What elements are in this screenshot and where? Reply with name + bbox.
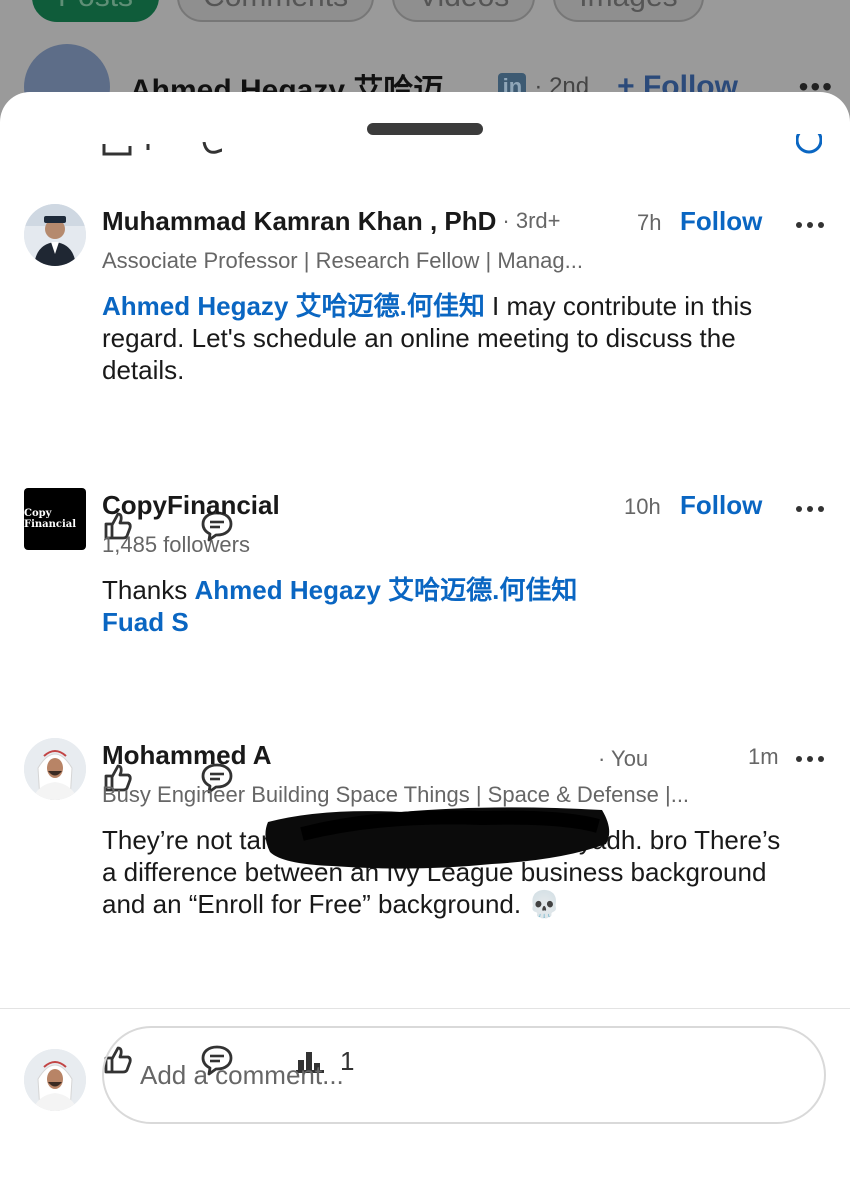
comments-sheet: Muhammad Kamran Khan , PhD · 3rd+ 7h Fol… (0, 92, 850, 1200)
avatar-photo (24, 1049, 86, 1111)
tab-images[interactable]: Images (553, 0, 704, 22)
previous-comment-actions (102, 142, 222, 162)
company-logo[interactable]: Copy Financial (24, 488, 86, 550)
comment-time: 7h (637, 210, 662, 235)
comment-time: 1m (748, 744, 779, 769)
follower-count: 1,485 followers (102, 532, 250, 557)
reaction-icon (796, 134, 822, 154)
filter-tabs: Posts Comments Videos Images (32, 0, 704, 22)
comment-header: Mohammed A (102, 738, 272, 772)
more-icon[interactable] (796, 748, 824, 768)
current-user-avatar (24, 1049, 86, 1111)
comment-text: Ahmed Hegazy 艾哈迈德.何佳知 I may contribute i… (102, 290, 802, 386)
redaction-scribble (265, 807, 610, 869)
mention-link[interactable]: Ahmed Hegazy 艾哈迈德.何佳知 (195, 575, 578, 605)
previous-comment-reaction (796, 134, 822, 162)
avatar-photo (24, 738, 86, 800)
tab-posts[interactable]: Posts (32, 0, 160, 22)
commenter-headline: Associate Professor | Research Fellow | … (102, 248, 583, 273)
add-comment-placeholder: Add a comment... (140, 1059, 344, 1090)
company-logo-text: Copy Financial (24, 508, 77, 530)
connection-degree: · You (598, 746, 649, 771)
comment-header: Muhammad Kamran Khan , PhD · 3rd+ (102, 204, 561, 238)
comment-time: 10h (624, 494, 661, 519)
mention-link[interactable]: Fuad S (102, 607, 189, 637)
more-icon[interactable] (796, 498, 824, 518)
comment-text: Thanks Ahmed Hegazy 艾哈迈德.何佳知 Fuad S (102, 574, 802, 638)
comment-body: Thanks (102, 575, 195, 605)
tab-comments[interactable]: Comments (177, 0, 375, 22)
avatar-photo (24, 204, 86, 266)
commenter-name[interactable]: Muhammad Kamran Khan , PhD (102, 206, 496, 237)
commenter-name[interactable]: CopyFinancial (102, 490, 280, 521)
tab-videos[interactable]: Videos (392, 0, 536, 22)
more-icon[interactable] (796, 214, 824, 234)
follow-button[interactable]: Follow (680, 206, 762, 237)
commenter-name[interactable]: Mohammed A (102, 740, 272, 771)
comment-header: CopyFinancial (102, 488, 280, 522)
mention-link[interactable]: Ahmed Hegazy 艾哈迈德.何佳知 (102, 291, 485, 321)
avatar[interactable] (24, 738, 86, 800)
follow-button[interactable]: Follow (680, 490, 762, 521)
like-icon (102, 142, 222, 156)
divider (0, 1008, 850, 1009)
drag-handle[interactable] (367, 123, 483, 135)
avatar[interactable] (24, 204, 86, 266)
add-comment-input[interactable]: Add a comment... (102, 1026, 826, 1124)
connection-degree: · 3rd+ (502, 208, 561, 233)
